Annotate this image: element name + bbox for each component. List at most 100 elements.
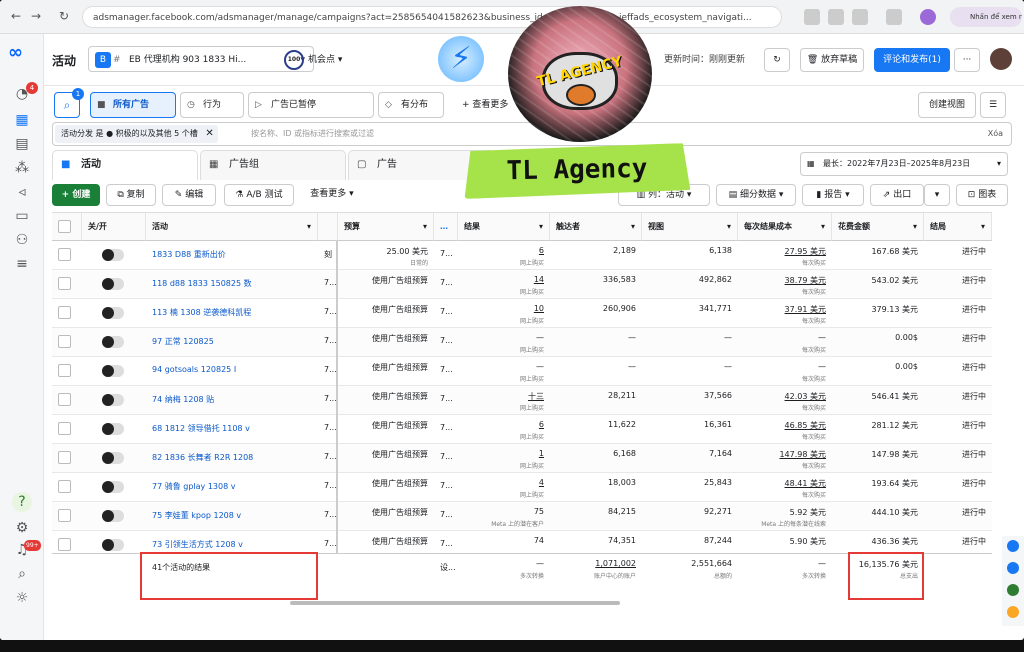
filter-search-input[interactable]: 按名称、ID 或指标进行搜索或过滤 xyxy=(251,123,374,145)
col-header-results[interactable]: 结果 ▾ xyxy=(458,213,550,241)
address-bar[interactable]: adsmanager.facebook.com/adsmanager/manag… xyxy=(82,6,782,28)
status-toggle[interactable] xyxy=(102,278,124,290)
col-header-budget[interactable]: 预算 ▾ xyxy=(338,213,434,241)
table-row[interactable]: 75 李娃董 kpop 1208 v 7... 使用广告组预算 7... 75 M… xyxy=(52,502,992,531)
results-cell[interactable]: 10 xyxy=(534,304,544,313)
breakdown-button[interactable]: ▤ 细分数据 ▾ xyxy=(716,184,796,206)
results-cell[interactable]: 十三 xyxy=(528,391,544,402)
budget-cell[interactable]: 使用广告组预算 xyxy=(372,536,428,547)
table-row[interactable]: 118 d88 1833 150825 数 7... 使用广告组预算 7... … xyxy=(52,270,992,299)
row-checkbox[interactable] xyxy=(58,509,71,522)
campaign-name-link[interactable]: 75 李娃董 kpop 1208 v xyxy=(152,510,241,521)
filter-chip[interactable]: 活动分发 是 ● 积极的以及其他 5 个槽 ✕ xyxy=(55,125,218,143)
cpr-cell[interactable]: 42.03 美元 xyxy=(785,391,826,402)
campaign-name-link[interactable]: 74 纳梅 1208 贴 xyxy=(152,394,214,405)
status-toggle[interactable] xyxy=(102,452,124,464)
table-row[interactable]: 68 1812 领导借托 1108 v 7... 使用广告组预算 7... 6 网… xyxy=(52,415,992,444)
row-checkbox[interactable] xyxy=(58,480,71,493)
campaign-name-link[interactable]: 77 骑鲁 gplay 1308 v xyxy=(152,481,235,492)
profile-icon[interactable] xyxy=(920,9,936,25)
table-row[interactable]: 1833 D88 重新出价 刻 25.00 美元 日常的 7... 6 网上购买 2… xyxy=(52,241,992,270)
export-button[interactable]: ⇗ 出口 xyxy=(870,184,924,206)
results-cell[interactable]: 14 xyxy=(534,275,544,284)
budget-cell[interactable]: 使用广告组预算 xyxy=(372,304,428,315)
megaphone-icon[interactable]: ◃ xyxy=(12,182,32,202)
campaign-name-link[interactable]: 82 1836 长舞者 R2R 1208 xyxy=(152,452,253,463)
campaign-name-link[interactable]: 94 gotsoals 120825 I xyxy=(152,365,236,374)
summary-reach[interactable]: 1,071,002 xyxy=(595,559,636,568)
budget-cell[interactable]: 使用广告组预算 xyxy=(372,478,428,489)
create-button[interactable]: + 创建 xyxy=(52,184,100,206)
row-checkbox[interactable] xyxy=(58,538,71,551)
people-icon[interactable]: ⚇ xyxy=(12,230,32,250)
status-toggle[interactable] xyxy=(102,510,124,522)
edit-button[interactable]: ✎ 编辑 xyxy=(162,184,216,206)
campaign-name-link[interactable]: 113 楠 1308 逆袭德科凯程 xyxy=(152,307,251,318)
pill-all-ads[interactable]: ■ 所有广告 xyxy=(90,92,176,118)
budget-cell[interactable]: 使用广告组预算 xyxy=(372,362,428,373)
budget-cell[interactable]: 使用广告组预算 xyxy=(372,391,428,402)
forward-icon[interactable]: → xyxy=(26,9,46,23)
profile-chip[interactable]: Nhấn để xem nội dung xyxy=(950,7,1022,27)
menu-icon[interactable]: ≡ xyxy=(12,254,32,274)
reload-icon[interactable]: ↻ xyxy=(54,9,74,23)
col-header-toggle[interactable]: 关/开 xyxy=(82,213,146,241)
cpr-cell[interactable]: — xyxy=(818,362,826,371)
results-cell[interactable]: 1 xyxy=(539,449,544,458)
status-toggle[interactable] xyxy=(102,394,124,406)
cpr-cell[interactable]: 147.98 美元 xyxy=(779,449,826,460)
col-header-campaign[interactable]: 活动 ▾ xyxy=(146,213,318,241)
status-icon[interactable] xyxy=(1007,584,1019,596)
discard-draft-button[interactable]: 🗑 放弃草稿 xyxy=(800,48,864,72)
date-range-picker[interactable]: ▦ 最长：2022年7月23日–2025年8月23日 ▾ xyxy=(800,152,1008,176)
cpr-cell[interactable]: 48.41 美元 xyxy=(785,478,826,489)
col-header-attribution[interactable]: … xyxy=(434,213,458,241)
ab-test-button[interactable]: ⚗ A/B 测试 xyxy=(224,184,294,206)
account-selector[interactable]: B # EB 代理机构 903 1833 Hi... ▾ xyxy=(88,46,314,72)
meta-logo-icon[interactable]: ∞ xyxy=(8,42,23,63)
budget-cell[interactable]: 使用广告组预算 xyxy=(372,507,428,518)
results-cell[interactable]: 74 xyxy=(534,536,544,545)
export-menu-button[interactable]: ▾ xyxy=(924,184,950,206)
messenger-icon[interactable] xyxy=(1007,540,1019,552)
bug-icon[interactable]: ☼ xyxy=(12,588,32,608)
extension-icon[interactable] xyxy=(852,9,868,25)
campaigns-grid-icon[interactable]: ▦ xyxy=(12,110,32,130)
view-more-button[interactable]: 查看更多 ▾ xyxy=(302,184,362,206)
row-checkbox[interactable] xyxy=(58,277,71,290)
campaign-name-link[interactable]: 97 正常 120825 xyxy=(152,336,214,347)
results-cell[interactable]: 4 xyxy=(539,478,544,487)
results-cell[interactable]: — xyxy=(536,333,544,342)
row-checkbox[interactable] xyxy=(58,393,71,406)
reports-button[interactable]: ▮ 报告 ▾ xyxy=(802,184,864,206)
status-toggle[interactable] xyxy=(102,365,124,377)
budget-cell[interactable]: 使用广告组预算 xyxy=(372,275,428,286)
row-checkbox[interactable] xyxy=(58,335,71,348)
status-toggle[interactable] xyxy=(102,336,124,348)
col-header-spend[interactable]: 花费金额 ▾ xyxy=(832,213,924,241)
table-row[interactable]: 77 骑鲁 gplay 1308 v 7... 使用广告组预算 7... 4 网上… xyxy=(52,473,992,502)
status-toggle[interactable] xyxy=(102,481,124,493)
pill-behavior[interactable]: ◷ 行为 xyxy=(180,92,244,118)
tab-campaigns[interactable]: ■ 活动 xyxy=(52,150,198,180)
table-row[interactable]: 113 楠 1308 逆袭德科凯程 7... 使用广告组预算 7... 10 网上… xyxy=(52,299,992,328)
col-header-ends[interactable]: 结局 ▾ xyxy=(924,213,992,241)
table-row[interactable]: 74 纳梅 1208 贴 7... 使用广告组预算 7... 十三 网上购买 28… xyxy=(52,386,992,415)
gear-icon[interactable]: ⚙ xyxy=(12,518,32,538)
charts-button[interactable]: ⊡ 图表 xyxy=(956,184,1008,206)
status-toggle[interactable] xyxy=(102,539,124,551)
budget-cell[interactable]: 使用广告组预算 xyxy=(372,449,428,460)
opportunity-score[interactable]: 100 机会点 ▾ xyxy=(284,50,342,70)
col-header-cost-per-result[interactable]: 每次结果成本 ▾ xyxy=(738,213,832,241)
sidepanel-icon[interactable] xyxy=(886,9,902,25)
row-checkbox[interactable] xyxy=(58,364,71,377)
status-toggle[interactable] xyxy=(102,249,124,261)
cpr-cell[interactable]: 37.91 美元 xyxy=(785,304,826,315)
cpr-cell[interactable]: — xyxy=(818,333,826,342)
billing-icon[interactable]: ▭ xyxy=(12,206,32,226)
table-row[interactable]: 82 1836 长舞者 R2R 1208 7... 使用广告组预算 7... 1… xyxy=(52,444,992,473)
table-row[interactable]: 97 正常 120825 7... 使用广告组预算 7... — 网上购买 — —… xyxy=(52,328,992,357)
cpr-cell[interactable]: 5.90 美元 xyxy=(790,536,826,547)
notes-icon[interactable] xyxy=(1007,606,1019,618)
results-cell[interactable]: 6 xyxy=(539,246,544,255)
